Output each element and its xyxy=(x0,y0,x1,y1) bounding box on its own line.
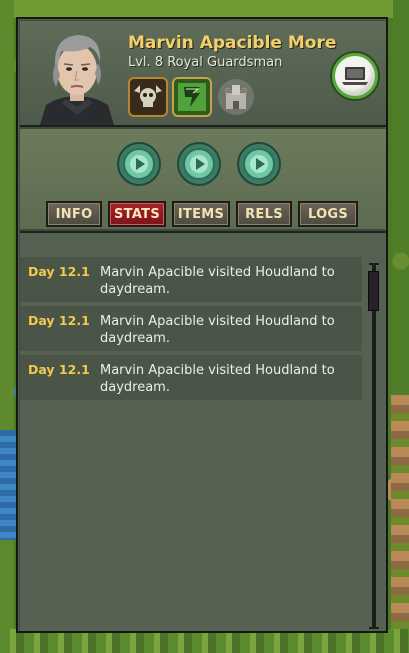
controls-bar: INFO STATS ITEMS RELS LOGS xyxy=(20,129,386,229)
tab-items[interactable]: ITEMS xyxy=(172,201,230,227)
tab-logs[interactable]: LOGS xyxy=(298,201,358,227)
log-entry: Day 12.1 Marvin Apacible visited Houdlan… xyxy=(20,355,362,400)
green-banner-icon[interactable] xyxy=(172,77,212,117)
log-scroll-thumb[interactable] xyxy=(368,271,379,311)
play-button-1[interactable] xyxy=(116,141,162,187)
computer-icon xyxy=(342,67,368,85)
character-portrait[interactable] xyxy=(32,25,122,125)
character-panel: Marvin Apacible More Lvl. 8 Royal Guards… xyxy=(16,17,388,633)
play-icon xyxy=(177,142,221,186)
log-entry: Day 12.1 Marvin Apacible visited Houdlan… xyxy=(20,257,362,302)
castle-icon[interactable] xyxy=(216,77,256,117)
character-header: Marvin Apacible More Lvl. 8 Royal Guards… xyxy=(20,21,386,127)
tab-bar: INFO STATS ITEMS RELS LOGS xyxy=(46,201,358,227)
computer-button[interactable] xyxy=(332,53,378,99)
map-water-background xyxy=(0,430,16,540)
play-button-2[interactable] xyxy=(176,141,222,187)
log-entry: Day 12.1 Marvin Apacible visited Houdlan… xyxy=(20,306,362,351)
log-day: Day 12.1 xyxy=(28,264,90,279)
log-scrollbar[interactable] xyxy=(369,263,379,629)
log-text: Marvin Apacible visited Houdland to dayd… xyxy=(100,314,335,346)
play-icon xyxy=(237,142,281,186)
log-day: Day 12.1 xyxy=(28,362,90,377)
map-rock-background xyxy=(391,395,409,653)
badge-row xyxy=(128,77,256,117)
play-icon xyxy=(117,142,161,186)
log-text: Marvin Apacible visited Houdland to dayd… xyxy=(100,363,335,395)
log-text: Marvin Apacible visited Houdland to dayd… xyxy=(100,265,335,297)
character-rank: Lvl. 8 Royal Guardsman xyxy=(128,55,283,70)
play-button-3[interactable] xyxy=(236,141,282,187)
character-name: Marvin Apacible More xyxy=(128,33,337,53)
play-button-row xyxy=(116,141,282,187)
skull-crest-icon[interactable] xyxy=(128,77,168,117)
log-day: Day 12.1 xyxy=(28,313,90,328)
tab-rels[interactable]: RELS xyxy=(236,201,292,227)
log-area: Day 12.1 Marvin Apacible visited Houdlan… xyxy=(20,231,386,631)
tab-stats[interactable]: STATS xyxy=(108,201,166,227)
log-list: Day 12.1 Marvin Apacible visited Houdlan… xyxy=(20,257,362,404)
tab-info[interactable]: INFO xyxy=(46,201,102,227)
